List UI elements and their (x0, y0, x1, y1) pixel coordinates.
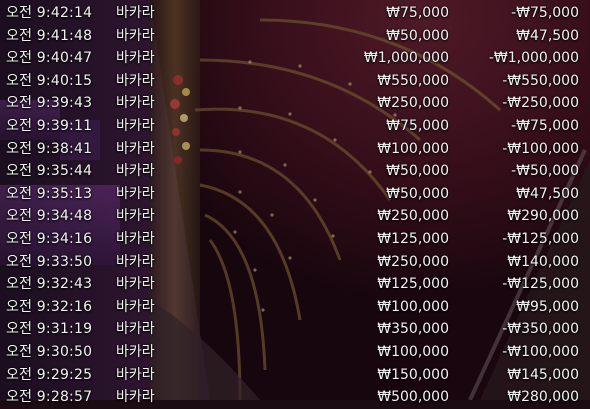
row-game-name: 바카라 (116, 321, 155, 338)
row-bet-amount: ₩100,000 (377, 140, 449, 157)
history-row[interactable]: 오전 9:39:43 바카라 ₩250,000 -₩250,000 (0, 92, 590, 115)
row-result-amount: -₩50,000 (511, 163, 579, 180)
row-bet-amount: ₩50,000 (386, 185, 449, 202)
history-row[interactable]: 오전 9:32:43 바카라 ₩125,000 -₩125,000 (0, 273, 590, 296)
history-row[interactable]: 오전 9:39:11 바카라 ₩75,000 -₩75,000 (0, 115, 590, 138)
row-bet-amount: ₩125,000 (377, 276, 449, 293)
history-row[interactable]: 오전 9:42:14 바카라 ₩75,000 -₩75,000 (0, 2, 590, 25)
history-row[interactable]: 오전 9:38:41 바카라 ₩100,000 -₩100,000 (0, 138, 590, 161)
row-time: 오전 9:40:47 (6, 50, 93, 67)
row-game-name: 바카라 (116, 140, 155, 157)
row-result-amount: -₩125,000 (502, 276, 579, 293)
row-game-name: 바카라 (116, 50, 155, 67)
history-row[interactable]: 오전 9:40:47 바카라 ₩1,000,000 -₩1,000,000 (0, 47, 590, 70)
history-row[interactable]: 오전 9:40:15 바카라 ₩550,000 -₩550,000 (0, 70, 590, 93)
row-result-amount: -₩1,000,000 (488, 50, 579, 67)
row-result-amount: ₩47,500 (516, 27, 579, 44)
row-result-amount: ₩47,500 (516, 185, 579, 202)
row-time: 오전 9:32:16 (6, 298, 93, 315)
row-time: 오전 9:41:48 (6, 27, 93, 44)
row-game-name: 바카라 (116, 72, 155, 89)
row-bet-amount: ₩50,000 (386, 27, 449, 44)
history-row[interactable]: 오전 9:31:19 바카라 ₩350,000 -₩350,000 (0, 318, 590, 341)
row-game-name: 바카라 (116, 27, 155, 44)
bet-history-list: 오전 9:42:14 바카라 ₩75,000 -₩75,000 오전 9:41:48 바카… (0, 0, 590, 405)
row-game-name: 바카라 (116, 185, 155, 202)
row-time: 오전 9:35:44 (6, 163, 93, 180)
row-bet-amount: ₩150,000 (377, 366, 449, 383)
row-game-name: 바카라 (116, 389, 155, 406)
row-bet-amount: ₩1,000,000 (363, 50, 449, 67)
row-time: 오전 9:31:19 (6, 321, 93, 338)
history-row[interactable]: 오전 9:35:44 바카라 ₩50,000 -₩50,000 (0, 160, 590, 183)
row-time: 오전 9:34:16 (6, 231, 93, 247)
history-row[interactable]: 오전 9:41:48 바카라 ₩50,000 ₩47,500 (0, 25, 590, 48)
row-game-name: 바카라 (116, 366, 155, 383)
row-bet-amount: ₩250,000 (377, 208, 449, 225)
row-bet-amount: ₩350,000 (377, 321, 449, 338)
row-result-amount: -₩350,000 (502, 321, 579, 338)
history-row[interactable]: 오전 9:32:16 바카라 ₩100,000 ₩95,000 (0, 296, 590, 319)
row-time: 오전 9:29:25 (6, 366, 93, 383)
row-bet-amount: ₩500,000 (377, 389, 449, 406)
row-bet-amount: ₩250,000 (377, 95, 449, 112)
row-result-amount: ₩145,000 (507, 366, 579, 383)
row-game-name: 바카라 (116, 163, 155, 180)
history-row[interactable]: 오전 9:33:50 바카라 ₩250,000 ₩140,000 (0, 251, 590, 274)
row-time: 오전 9:30:50 (6, 344, 93, 360)
row-bet-amount: ₩100,000 (377, 298, 449, 315)
row-result-amount: ₩290,000 (507, 208, 579, 225)
row-time: 오전 9:33:50 (6, 253, 93, 270)
history-row[interactable]: 오전 9:28:57 바카라 ₩500,000 ₩280,000 (0, 386, 590, 409)
row-game-name: 바카라 (116, 208, 155, 225)
row-result-amount: -₩75,000 (511, 5, 579, 21)
row-time: 오전 9:28:57 (6, 389, 93, 406)
row-bet-amount: ₩250,000 (377, 253, 449, 270)
row-bet-amount: ₩50,000 (386, 163, 449, 180)
history-row[interactable]: 오전 9:30:50 바카라 ₩100,000 -₩100,000 (0, 341, 590, 364)
row-result-amount: -₩100,000 (502, 140, 579, 157)
row-time: 오전 9:39:43 (6, 95, 93, 112)
row-game-name: 바카라 (116, 298, 155, 315)
row-game-name: 바카라 (116, 231, 155, 247)
row-bet-amount: ₩100,000 (377, 344, 449, 360)
row-time: 오전 9:42:14 (6, 5, 93, 21)
row-bet-amount: ₩75,000 (386, 5, 449, 21)
row-bet-amount: ₩75,000 (386, 118, 449, 134)
row-time: 오전 9:39:11 (6, 118, 93, 134)
row-game-name: 바카라 (116, 95, 155, 112)
row-time: 오전 9:34:48 (6, 208, 93, 225)
row-game-name: 바카라 (116, 5, 155, 21)
row-time: 오전 9:40:15 (6, 72, 93, 89)
history-row[interactable]: 오전 9:34:48 바카라 ₩250,000 ₩290,000 (0, 205, 590, 228)
row-result-amount: -₩75,000 (511, 118, 579, 134)
row-result-amount: -₩250,000 (502, 95, 579, 112)
row-game-name: 바카라 (116, 253, 155, 270)
row-bet-amount: ₩125,000 (377, 231, 449, 247)
row-time: 오전 9:35:13 (6, 185, 93, 202)
row-game-name: 바카라 (116, 276, 155, 293)
row-time: 오전 9:38:41 (6, 140, 93, 157)
row-bet-amount: ₩550,000 (377, 72, 449, 89)
history-row[interactable]: 오전 9:34:16 바카라 ₩125,000 -₩125,000 (0, 228, 590, 251)
row-result-amount: ₩140,000 (507, 253, 579, 270)
history-row[interactable]: 오전 9:29:25 바카라 ₩150,000 ₩145,000 (0, 364, 590, 387)
row-result-amount: ₩280,000 (507, 389, 579, 406)
row-time: 오전 9:32:43 (6, 276, 93, 293)
row-result-amount: -₩100,000 (502, 344, 579, 360)
row-game-name: 바카라 (116, 344, 155, 360)
row-result-amount: -₩125,000 (502, 231, 579, 247)
history-row[interactable]: 오전 9:35:13 바카라 ₩50,000 ₩47,500 (0, 183, 590, 206)
row-result-amount: ₩95,000 (516, 298, 579, 315)
row-game-name: 바카라 (116, 118, 155, 134)
row-result-amount: -₩550,000 (502, 72, 579, 89)
